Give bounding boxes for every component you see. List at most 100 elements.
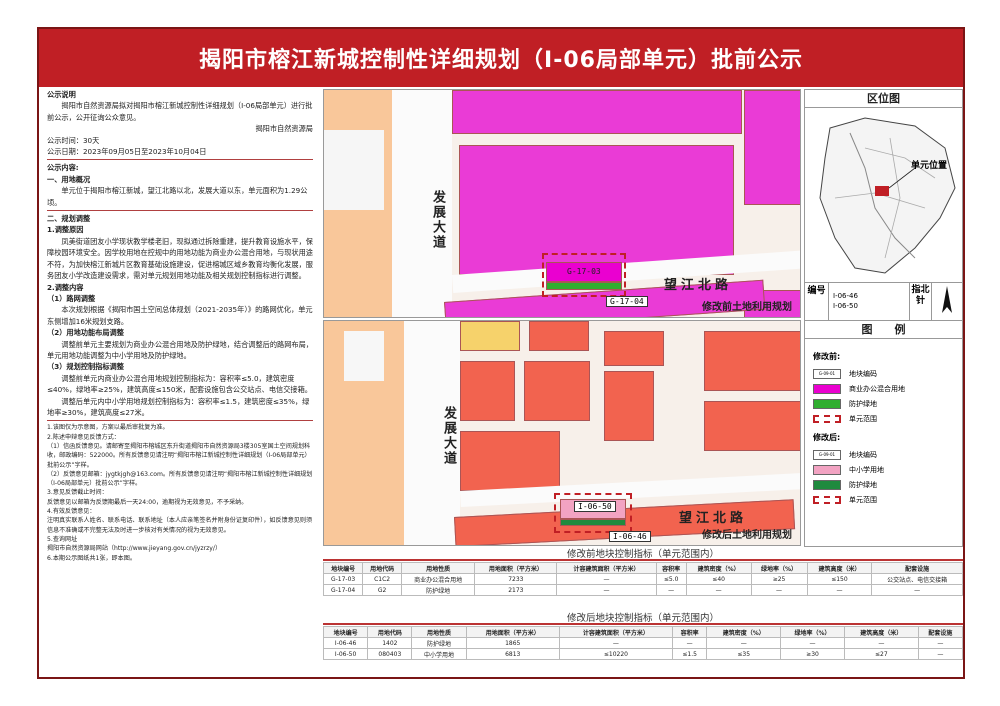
- table-cell: —: [843, 637, 919, 649]
- section-2-2-3-body-1: 调整前单元内商业办公混合用地规划控制指标为：容积率≤5.0，建筑密度≤40%，绿…: [47, 373, 312, 395]
- map-after-caption: 修改后土地利用规划: [702, 530, 792, 541]
- code-i-06-46: I-06-46: [609, 531, 651, 542]
- table-cell: —: [671, 637, 708, 649]
- section-2-2-2-body: 调整前单元主要规划为商业办公混合用地及防护绿地，结合调整后的路网布局，单元用地功…: [47, 339, 313, 360]
- road-label-wangjiang-after: 望江北路: [679, 511, 748, 526]
- table-cell: —: [685, 584, 752, 596]
- table-cell: 防护绿地: [411, 637, 467, 649]
- legend-swatch: [813, 464, 841, 475]
- location-map-title: 区位图: [805, 90, 962, 108]
- table-cell: I-06-50: [322, 648, 369, 660]
- table-header-cell: 建筑高度（米）: [806, 562, 873, 574]
- legend-swatch: [813, 383, 841, 394]
- section-2-2-heading: 2.调整内容: [47, 282, 84, 292]
- after-legend-item: G-09-01 地块编码: [813, 447, 954, 462]
- table-cell: —: [750, 584, 808, 596]
- note-item: 揭阳市自然资源局网站（http://www.jieyang.gov.cn/jyz…: [47, 545, 222, 553]
- page-title: 揭阳市榕江新城控制性详细规划（I-06局部单元）批前公示: [39, 29, 963, 87]
- table-header-cell: 地块编号: [322, 626, 369, 638]
- table-header-cell: 绿地率（%）: [750, 562, 808, 574]
- section-1-heading: 一、用地概况: [47, 174, 91, 184]
- location-map: 单元位置: [805, 108, 962, 283]
- bianhao-label: 编号: [805, 283, 829, 320]
- notice-heading: 公示说明: [47, 90, 76, 99]
- table-header-cell: 建筑密度（%）: [706, 626, 782, 638]
- table-header-cell: 用地性质: [411, 626, 467, 638]
- table-cell: —: [655, 584, 687, 596]
- table-header-cell: 地块编号: [322, 562, 364, 574]
- table-row: G-17-03 C1C2 商业办公混合用地 7233— ≤5.0 ≤40 ≥25 ≤150 公交…: [322, 573, 963, 585]
- table-cell: —: [558, 637, 673, 649]
- table-header-cell: 建筑高度（米）: [843, 626, 919, 638]
- table-cell: —: [917, 648, 964, 660]
- before-legend-item: 防护绿地: [813, 396, 954, 411]
- code-i-06-50: I-06-50: [574, 501, 616, 512]
- table-after: 地块编号 用地代码 用地性质 用地面积（平方米） 计容建筑面积（平方米） 容积率 建筑密度（…: [322, 626, 964, 660]
- table-cell: 中小学用地: [411, 648, 467, 660]
- section-2-1-heading: 1.调整原因: [47, 225, 84, 235]
- notice-body: 揭阳市自然资源局拟对揭阳市榕江新城控制性详细规划（I-06局部单元）进行批前公示…: [47, 101, 313, 122]
- note-item: 4.有效反馈意见：: [47, 508, 96, 516]
- note-item: 1.该图仅为示意图，方案以最后审批复为准。: [47, 424, 169, 432]
- table-header-cell: 绿地率（%）: [780, 626, 845, 638]
- notice-column: 公示说明 揭阳市自然资源局拟对揭阳市榕江新城控制性详细规划（I-06局部单元）进…: [41, 89, 319, 677]
- table-header-cell: 计容建筑面积（平方米）: [558, 626, 673, 638]
- legend-label: 防护绿地: [849, 480, 877, 489]
- table-cell: I-06-46: [322, 637, 369, 649]
- after-legend-item: 单元范围: [813, 492, 954, 507]
- table-cell: —: [780, 637, 845, 649]
- notice-duration: 公示时间：30天: [47, 135, 100, 145]
- table-cell: —: [806, 584, 873, 596]
- bianhao-values: I-06-46 I-06-50: [829, 283, 910, 320]
- map-before: G-17-03 G-17-04 发展大道 望江北路 修改前土地利用规划: [323, 89, 801, 318]
- after-legend-item: 防护绿地: [813, 477, 954, 492]
- table-header-cell: 用地代码: [367, 626, 413, 638]
- table-before: 地块编号 用地代码 用地性质 用地面积（平方米） 计容建筑面积（平方米） 容积率 建筑密度（…: [322, 562, 963, 596]
- table-header-cell: 配套设施: [917, 626, 964, 638]
- section-2-2-2-heading: （2）用地功能布局调整: [47, 328, 124, 338]
- note-item: 3.意见反馈截止时间：: [47, 489, 108, 497]
- table-cell: 2173: [474, 584, 558, 596]
- location-label: 单元位置: [911, 161, 948, 171]
- legend-label: 单元范围: [849, 495, 877, 504]
- unit-boundary-after: [554, 493, 632, 533]
- table-cell: 6813: [465, 648, 560, 660]
- table-cell: C1C2: [362, 573, 403, 585]
- section-2-2-1-body: 本次规划根据《揭阳市国土空间总体规划（2021-2035年）》的路网优化，单元东…: [47, 305, 313, 326]
- table-cell: 080403: [367, 648, 413, 660]
- poster-frame: 揭阳市榕江新城控制性详细规划（I-06局部单元）批前公示 公示说明 揭阳市自然资…: [37, 27, 965, 679]
- legend-before-title: 修改前:: [813, 352, 841, 361]
- table-cell: G2: [362, 584, 403, 596]
- content-heading: 公示内容:: [47, 163, 79, 173]
- table-cell: ≥25: [750, 573, 808, 585]
- road-label-wangjiang: 望江北路: [664, 278, 733, 293]
- legend: 修改前: G-09-01 地块编码 商业办公混合用地 防护绿地 单元范围 修改后: G-…: [805, 339, 962, 513]
- road-label-fazhan-after: 发展大道: [441, 406, 456, 466]
- table-cell: 1865: [465, 637, 560, 649]
- section-2-2-3-heading: （3）规划控制指标调整: [47, 362, 124, 372]
- legend-swatch: [813, 479, 841, 490]
- north-label: 指北针: [910, 283, 932, 320]
- notice-issuer: 揭阳市自然资源局: [255, 124, 313, 134]
- table-cell: G-17-03: [322, 573, 364, 585]
- legend-swatch: [813, 414, 841, 423]
- note-item: （2）反馈意见邮箱：jygtkjgh@163.com。所有反馈意见请注明“揭阳市…: [47, 470, 313, 488]
- table-row: G-17-04 G2 防护绿地 2173— — — — — —: [322, 584, 963, 596]
- table-row: I-06-46 1402 防护绿地 1865— — — — — —: [322, 637, 964, 649]
- after-legend-item: 中小学用地: [813, 462, 954, 477]
- section-2-2-3-body-2: 调整后单元内中小学用地规划控制指标为：容积率≤1.5，建筑密度≤35%，绿地率≥…: [47, 396, 310, 417]
- table-cell: 7233: [474, 573, 558, 585]
- legend-label: 中小学用地: [849, 465, 884, 474]
- table-header-cell: 容积率: [655, 562, 687, 574]
- table-header-cell: 用地面积（平方米）: [474, 562, 558, 574]
- table-cell: ≤35: [706, 648, 782, 660]
- table-row: I-06-50 080403 中小学用地 6813 ≤10220 ≤1.5 ≤35 ≥30 ≤2…: [322, 648, 964, 660]
- legend-label: 单元范围: [849, 414, 877, 423]
- table-after-title: 修改后地块控制指标（单元范围内）: [323, 612, 963, 625]
- notes-list: 1.该图仅为示意图，方案以最后审批复为准。 2.陈述申辩意见反馈方式： （1）信函反…: [47, 423, 313, 562]
- table-cell: 公交站点、电信交接箱: [871, 573, 963, 585]
- code-g-17-04: G-17-04: [606, 296, 648, 307]
- map-after: I-06-50 I-06-46 发展大道 望江北路 修改后土地利用规划: [323, 320, 801, 546]
- legend-swatch: [813, 495, 841, 504]
- table-cell: G-17-04: [322, 584, 364, 596]
